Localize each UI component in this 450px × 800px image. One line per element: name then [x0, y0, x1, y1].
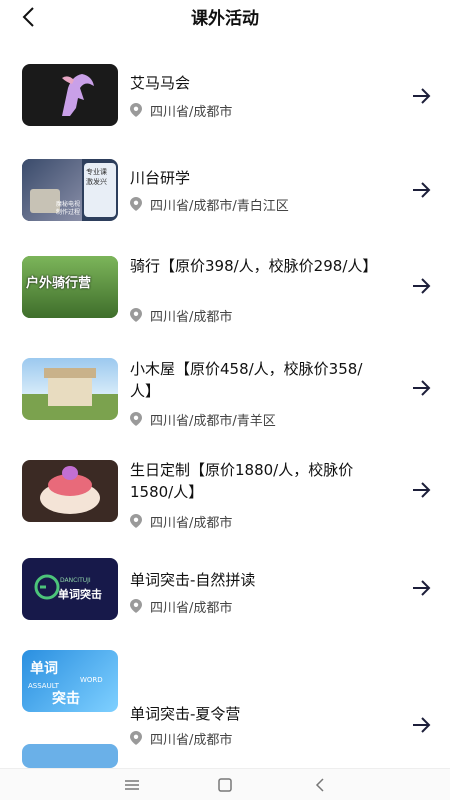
chevron-left-icon	[315, 778, 324, 792]
item-title: 单词突击-自然拼读	[130, 571, 256, 589]
thumbnail-cabin	[22, 358, 118, 420]
item-title: 川台研学	[130, 169, 191, 187]
menu-button[interactable]	[122, 775, 142, 795]
item-location: 四川省/成都市	[130, 306, 232, 325]
location-pin-icon	[130, 599, 142, 613]
arrow-right-icon[interactable]	[410, 275, 432, 297]
header: 课外活动	[0, 0, 450, 34]
location-pin-icon	[130, 103, 142, 117]
list-item[interactable]: 生日定制【原价1880/人，校脉价1580/人】 四川省/成都市	[0, 442, 450, 542]
item-title: 小木屋【原价458/人，校脉价358/人】	[130, 360, 363, 400]
square-icon	[218, 778, 232, 792]
arrow-right-icon[interactable]	[410, 85, 432, 107]
item-location: 四川省/成都市/青白江区	[130, 195, 289, 214]
arrow-right-icon[interactable]	[410, 577, 432, 599]
thumbnail-cake	[22, 460, 118, 522]
thumbnail-word-assault-logo: DANCITUJI 单词突击	[22, 558, 118, 620]
list-item[interactable]: 艾马马会 四川省/成都市	[0, 44, 450, 144]
thumbnail-studio: 专业课 激发兴 魔秘电视 制作过程	[22, 159, 118, 221]
list-item[interactable]: DANCITUJI 单词突击 单词突击-自然拼读 四川省/成都市	[0, 542, 450, 638]
thumbnail-partial	[22, 744, 118, 768]
arrow-right-icon[interactable]	[410, 377, 432, 399]
item-location: 四川省/成都市	[130, 597, 232, 616]
list-item[interactable]: 户外骑行营 骑行【原价398/人，校脉价298/人】 四川省/成都市	[0, 238, 450, 338]
page-title: 课外活动	[191, 9, 259, 29]
item-title: 单词突击-夏令营	[130, 705, 241, 723]
back-nav-button[interactable]	[310, 775, 330, 795]
item-title: 骑行【原价398/人，校脉价298/人】	[130, 257, 378, 275]
arrow-right-icon[interactable]	[410, 714, 432, 736]
item-location: 四川省/成都市	[130, 101, 232, 120]
location-pin-icon	[130, 308, 142, 322]
item-location: 四川省/成都市/青羊区	[130, 410, 276, 429]
location-pin-icon	[130, 412, 142, 426]
item-title: 艾马马会	[130, 74, 191, 92]
list-item[interactable]: 专业课 激发兴 魔秘电视 制作过程 川台研学 四川省/成都市/青白江区	[0, 144, 450, 238]
system-nav-bar	[0, 768, 450, 800]
thumbnail-cycling: 户外骑行营	[22, 256, 118, 318]
thumbnail-summer-camp: 单词 WORD ASSAULT 突击	[22, 650, 118, 712]
item-location: 四川省/成都市	[130, 512, 232, 531]
arrow-right-icon[interactable]	[410, 179, 432, 201]
item-title: 生日定制【原价1880/人，校脉价1580/人】	[130, 461, 354, 501]
home-button[interactable]	[215, 775, 235, 795]
list-item[interactable]: 单词 WORD ASSAULT 突击 单词突击-夏令营 四川省/成都市	[0, 638, 450, 748]
location-pin-icon	[130, 197, 142, 211]
list-item[interactable]	[0, 734, 450, 768]
menu-icon	[125, 780, 139, 790]
thumbnail-horse-logo	[22, 64, 118, 126]
location-pin-icon	[130, 514, 142, 528]
arrow-right-icon[interactable]	[410, 479, 432, 501]
list-item[interactable]: 小木屋【原价458/人，校脉价358/人】 四川省/成都市/青羊区	[0, 338, 450, 442]
